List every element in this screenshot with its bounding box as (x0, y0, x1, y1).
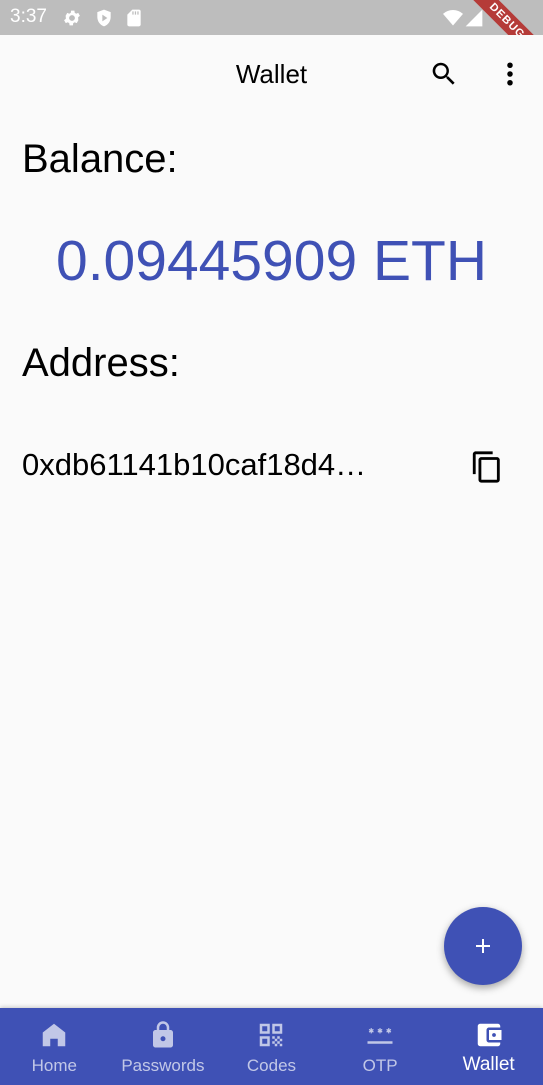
nav-label: OTP (362, 1056, 398, 1075)
balance-label: Balance: (22, 137, 178, 181)
nav-item-wallet[interactable]: Wallet (434, 1008, 543, 1085)
copy-icon[interactable] (470, 449, 504, 485)
add-button[interactable] (444, 907, 522, 985)
address-label: Address: (22, 341, 180, 385)
status-time: 3:37 (10, 6, 47, 27)
bottom-navigation: Home Passwords Codes OTP Wallet (0, 1008, 543, 1085)
search-icon[interactable] (429, 59, 459, 89)
nav-label: Codes (246, 1056, 297, 1075)
nav-label: Home (31, 1056, 77, 1075)
balance-value: 0.09445909 ETH (56, 229, 487, 293)
lock-icon (152, 1021, 173, 1048)
qr-code-icon (260, 1023, 283, 1047)
more-vert-icon[interactable] (495, 59, 525, 89)
shield-play-icon (97, 9, 111, 27)
wifi-icon (443, 10, 463, 26)
nav-label: Wallet (462, 1054, 515, 1075)
add-icon (476, 939, 490, 953)
nav-label: Passwords (121, 1056, 205, 1075)
nav-item-home[interactable]: Home (0, 1008, 109, 1085)
address-value: 0xdb61141b10caf18d4… (22, 447, 367, 482)
password-dots-icon (367, 1028, 393, 1044)
wallet-icon (477, 1023, 502, 1047)
nav-item-codes[interactable]: Codes (217, 1008, 326, 1085)
page-title: Wallet (235, 59, 308, 89)
nav-item-otp[interactable]: OTP (326, 1008, 435, 1085)
settings-icon (64, 10, 80, 26)
home-icon (43, 1023, 66, 1047)
status-bar: 3:37 DEBUG (0, 0, 543, 77)
address-row: 0xdb61141b10caf18d4… (22, 447, 522, 489)
app-bar: Wallet (0, 35, 543, 113)
nav-item-passwords[interactable]: Passwords (109, 1008, 218, 1085)
signal-icon (465, 9, 483, 27)
sd-card-icon (127, 9, 141, 27)
